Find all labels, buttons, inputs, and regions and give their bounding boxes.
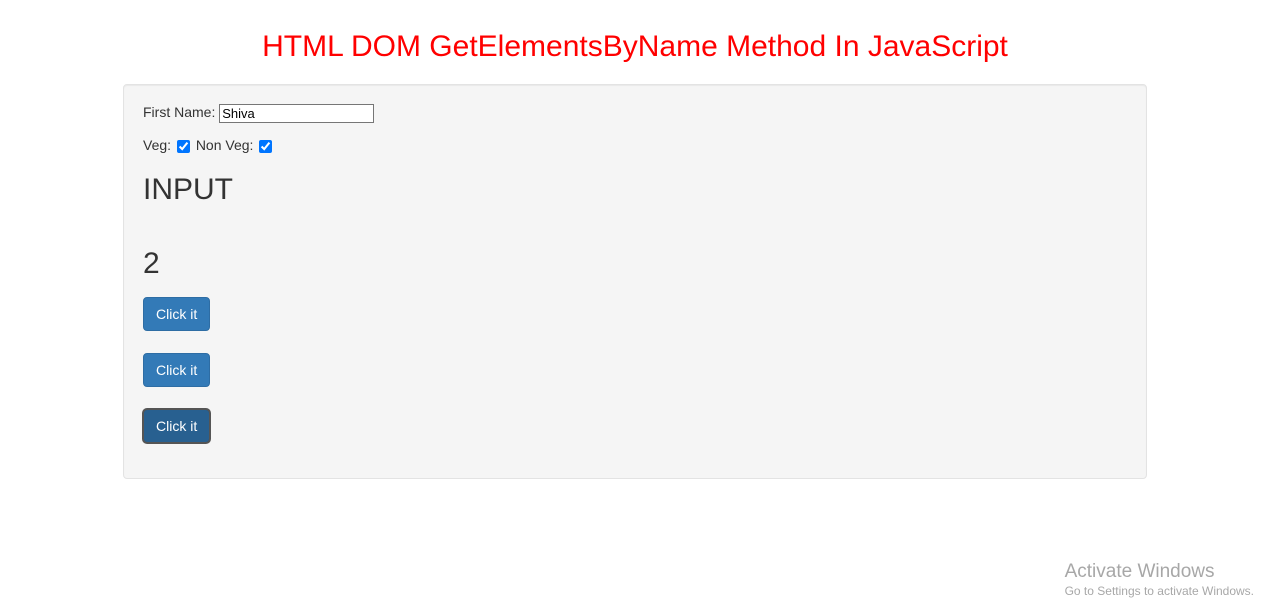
non-veg-label: Non Veg:: [196, 137, 254, 153]
content-panel: First Name: Veg: Non Veg: INPUT 2 Click …: [123, 84, 1147, 479]
click-it-button-3[interactable]: Click it: [143, 409, 210, 443]
result-node-name: INPUT: [143, 173, 1127, 207]
watermark-subtitle: Go to Settings to activate Windows.: [1065, 584, 1254, 598]
first-name-label: First Name:: [143, 104, 215, 120]
veg-checkbox[interactable]: [177, 140, 190, 153]
click-it-button-2[interactable]: Click it: [143, 353, 210, 387]
watermark-title: Activate Windows: [1065, 561, 1254, 583]
page-title: HTML DOM GetElementsByName Method In Jav…: [0, 20, 1270, 64]
first-name-row: First Name:: [143, 104, 1127, 123]
non-veg-checkbox[interactable]: [259, 140, 272, 153]
windows-activation-watermark: Activate Windows Go to Settings to activ…: [1065, 561, 1254, 598]
result-count: 2: [143, 247, 1127, 281]
veg-label: Veg:: [143, 137, 171, 153]
first-name-input[interactable]: [219, 104, 374, 123]
click-it-button-1[interactable]: Click it: [143, 297, 210, 331]
food-type-row: Veg: Non Veg:: [143, 137, 1127, 153]
